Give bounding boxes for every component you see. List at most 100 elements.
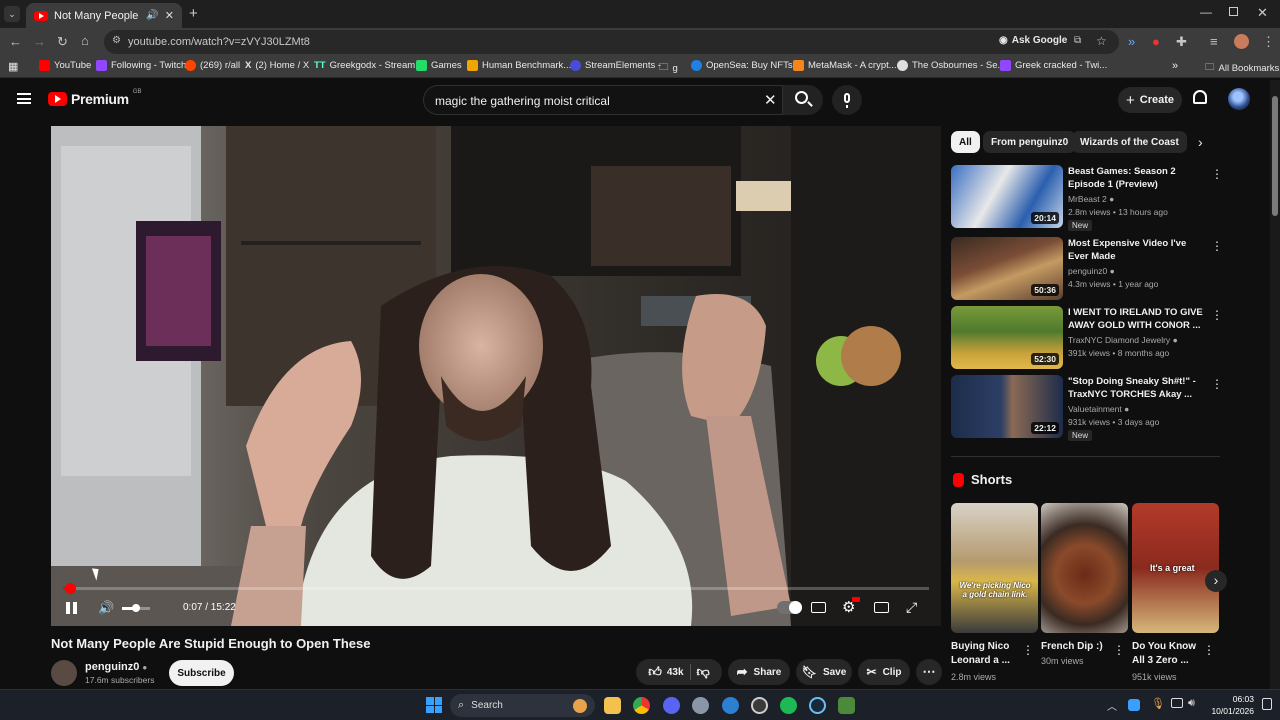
ccleaner-icon[interactable] bbox=[722, 697, 739, 714]
volume-button[interactable]: 🔊 bbox=[98, 600, 114, 616]
voice-search-button[interactable] bbox=[832, 85, 862, 115]
new-tab-button[interactable]: + bbox=[189, 5, 198, 22]
settings-gear-icon[interactable]: ⚙ bbox=[842, 597, 860, 616]
discord-icon[interactable] bbox=[663, 697, 680, 714]
restore-icon[interactable] bbox=[1229, 7, 1238, 16]
chip-from-penguinz0[interactable]: From penguinz0 bbox=[983, 131, 1077, 153]
short-thumbnail[interactable] bbox=[1041, 503, 1128, 633]
bookmark-greek-twitch[interactable]: Greek cracked - Twi... bbox=[1000, 60, 1107, 71]
bookmark-twitch[interactable]: Following - Twitch bbox=[96, 60, 186, 71]
short-menu-icon[interactable]: ⋮ bbox=[1113, 643, 1125, 657]
microphone-tray-icon[interactable]: 🎙︎ bbox=[1151, 697, 1165, 710]
install-icon[interactable]: ⧉ bbox=[1074, 35, 1081, 46]
search-input[interactable]: magic the gathering moist critical ✕ bbox=[423, 85, 783, 115]
short-thumbnail[interactable]: We're picking Nico a gold chain link. bbox=[951, 503, 1038, 633]
recommendation-thumbnail[interactable]: 20:14 bbox=[951, 165, 1063, 228]
recommendation-title[interactable]: Beast Games: Season 2 Episode 1 (Preview… bbox=[1068, 165, 1203, 191]
like-button[interactable]: 👍︎ 43k bbox=[648, 664, 683, 680]
dislike-button[interactable]: 👎︎ bbox=[697, 664, 710, 680]
recommendation-channel[interactable]: MrBeast 2 ● bbox=[1068, 194, 1114, 204]
steam-icon[interactable] bbox=[809, 697, 826, 714]
search-button[interactable] bbox=[783, 85, 823, 115]
clock[interactable]: 06:03 10/01/2026 bbox=[1210, 693, 1254, 717]
recommendation-thumbnail[interactable]: 22:12 bbox=[951, 375, 1063, 438]
all-bookmarks-button[interactable]: 🗀 All Bookmarks bbox=[1205, 60, 1279, 76]
channel-avatar[interactable] bbox=[51, 660, 77, 686]
youtube-logo[interactable]: Premium GB bbox=[48, 89, 141, 107]
back-icon[interactable]: ← bbox=[9, 35, 22, 48]
extensions-puzzle-icon[interactable]: ✚ bbox=[1176, 35, 1187, 48]
recommendation-menu-icon[interactable]: ⋮ bbox=[1211, 167, 1223, 181]
video-player[interactable]: 🔊 0:07 / 15:22 ⚙ ⤢ bbox=[51, 126, 941, 626]
recommendation-thumbnail[interactable]: 50:36 bbox=[951, 237, 1063, 300]
volume-slider[interactable] bbox=[122, 604, 150, 612]
bookmark-streamelements[interactable]: StreamElements - bbox=[570, 60, 661, 71]
active-tab[interactable]: Not Many People Are Stupi 🔊 ✕ bbox=[26, 3, 182, 28]
recommendation-title[interactable]: "Stop Doing Sneaky Sh#t!" - TraxNYC TORC… bbox=[1068, 375, 1203, 401]
taskbar-search[interactable]: ⌕ Search bbox=[450, 694, 595, 717]
url-field[interactable]: ⚙ youtube.com/watch?v=zVYJ30LZMt8 ◉ Ask … bbox=[104, 30, 1119, 54]
pause-button[interactable] bbox=[66, 602, 78, 614]
subtitles-icon[interactable] bbox=[811, 602, 826, 613]
settings-app-icon[interactable] bbox=[692, 697, 709, 714]
home-icon[interactable]: ⌂ bbox=[81, 34, 89, 47]
chrome-icon[interactable] bbox=[633, 697, 650, 714]
channel-name[interactable]: penguinz0 ● bbox=[85, 661, 147, 673]
short-title[interactable]: French Dip :) bbox=[1041, 640, 1111, 654]
spotify-icon[interactable] bbox=[780, 697, 797, 714]
recommendation-title[interactable]: Most Expensive Video I've Ever Made bbox=[1068, 237, 1203, 263]
bookmark-human-benchmark[interactable]: Human Benchmark... bbox=[467, 60, 571, 71]
audio-playing-icon[interactable]: 🔊 bbox=[146, 10, 158, 21]
short-menu-icon[interactable]: ⋮ bbox=[1203, 643, 1215, 657]
chips-next-chevron-icon[interactable]: › bbox=[1198, 134, 1203, 150]
close-window-icon[interactable]: ✕ bbox=[1257, 5, 1268, 21]
bookmark-games[interactable]: Games bbox=[416, 60, 462, 71]
recommendation-menu-icon[interactable]: ⋮ bbox=[1211, 377, 1223, 391]
forward-icon[interactable]: → bbox=[33, 35, 46, 48]
windows-start-icon[interactable] bbox=[426, 697, 442, 713]
recommendation-menu-icon[interactable]: ⋮ bbox=[1211, 308, 1223, 322]
media-controls-icon[interactable]: ≡ bbox=[1210, 35, 1218, 48]
volume-slider-handle[interactable] bbox=[132, 604, 140, 612]
volume-tray-icon[interactable]: 🔊︎ bbox=[1188, 697, 1195, 710]
app-icon[interactable] bbox=[838, 697, 855, 714]
recommendation-item[interactable]: 22:12 "Stop Doing Sneaky Sh#t!" - TraxNY… bbox=[951, 375, 1223, 441]
extension-2-icon[interactable]: ● bbox=[1152, 35, 1160, 48]
recommendation-menu-icon[interactable]: ⋮ bbox=[1211, 239, 1223, 253]
recommendation-item[interactable]: 52:30 I WENT TO IRELAND TO GIVE AWAY GOL… bbox=[951, 306, 1223, 371]
chip-all[interactable]: All bbox=[951, 131, 980, 153]
account-avatar[interactable] bbox=[1228, 88, 1250, 110]
progress-scrubber[interactable] bbox=[65, 583, 76, 594]
chrome-menu-icon[interactable]: ⋮ bbox=[1262, 35, 1275, 48]
bookmark-x[interactable]: X (2) Home / X bbox=[245, 60, 309, 71]
autoplay-toggle[interactable] bbox=[777, 601, 802, 614]
bookmark-reddit[interactable]: (269) r/all bbox=[185, 60, 240, 71]
short-title[interactable]: Do You Know All 3 Zero ... bbox=[1132, 640, 1202, 668]
more-actions-button[interactable]: ⋯ bbox=[916, 659, 942, 685]
tray-app-icon[interactable] bbox=[1128, 699, 1140, 711]
more-bookmarks-icon[interactable]: » bbox=[1172, 60, 1178, 72]
notifications-icon[interactable] bbox=[1262, 698, 1272, 710]
short-thumbnail[interactable]: It's a great bbox=[1132, 503, 1219, 633]
hamburger-menu-icon[interactable] bbox=[17, 93, 31, 104]
progress-bar[interactable] bbox=[63, 583, 929, 594]
show-hidden-icons-chevron[interactable]: ︿ bbox=[1107, 698, 1117, 713]
profile-avatar[interactable] bbox=[1234, 34, 1249, 49]
network-icon[interactable] bbox=[1171, 698, 1183, 708]
ask-google-button[interactable]: ◉ Ask Google bbox=[999, 35, 1067, 46]
share-button[interactable]: ➦ Share bbox=[728, 659, 790, 685]
recommendation-channel[interactable]: Valuetainment ● bbox=[1068, 404, 1129, 414]
page-scrollbar[interactable] bbox=[1270, 80, 1280, 689]
bookmark-opensea[interactable]: OpenSea: Buy NFTs,... bbox=[691, 60, 803, 71]
fullscreen-icon[interactable]: ⤢ bbox=[906, 599, 917, 616]
chip-wizards-of-the-coast[interactable]: Wizards of the Coast bbox=[1072, 131, 1187, 153]
bookmark-star-icon[interactable]: ☆ bbox=[1096, 34, 1107, 48]
miniplayer-icon[interactable] bbox=[874, 602, 889, 613]
short-title[interactable]: Buying Nico Leonard a ... bbox=[951, 640, 1021, 668]
site-info-icon[interactable]: ⚙ bbox=[112, 35, 121, 46]
recommendation-channel[interactable]: penguinz0 ● bbox=[1068, 266, 1115, 276]
recommendation-channel[interactable]: TraxNYC Diamond Jewelry ● bbox=[1068, 335, 1178, 345]
scrollbar-thumb[interactable] bbox=[1272, 96, 1278, 216]
bookmark-metamask[interactable]: MetaMask - A crypt... bbox=[793, 60, 897, 71]
shorts-next-button[interactable]: › bbox=[1205, 570, 1227, 592]
